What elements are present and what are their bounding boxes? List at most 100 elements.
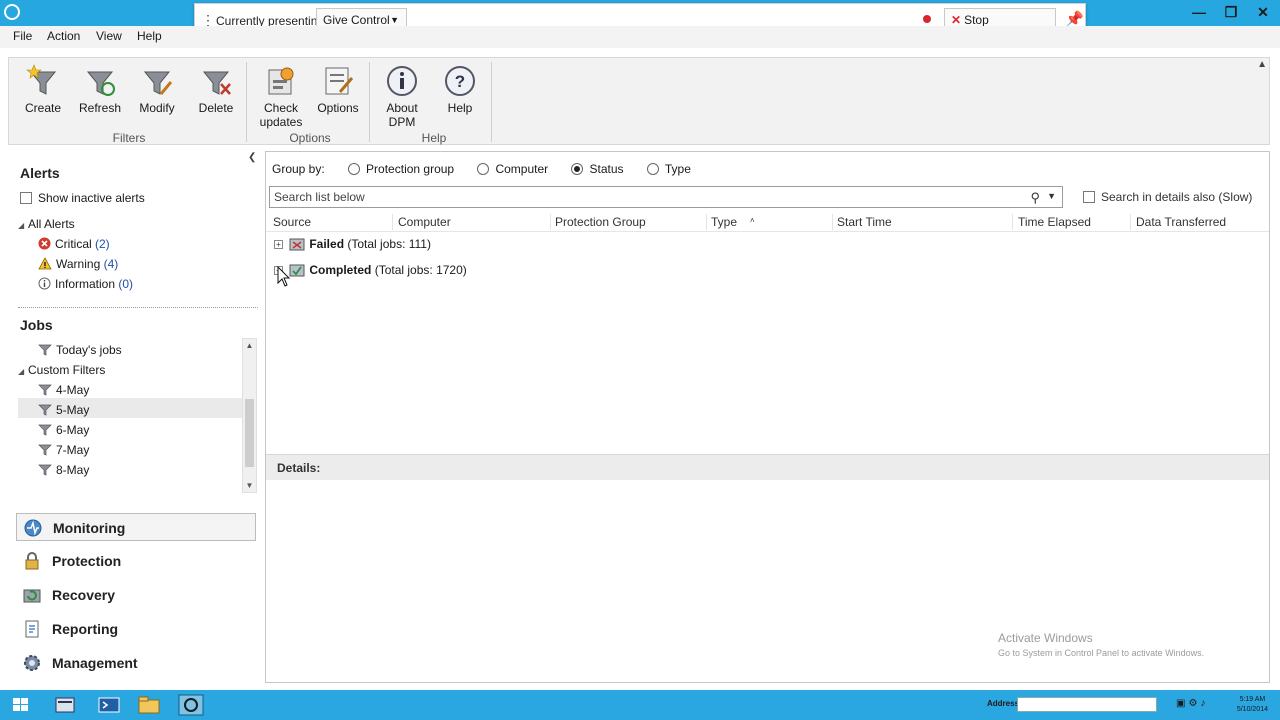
close-icon: ✕ <box>951 13 962 27</box>
tree-filter-4-may[interactable]: 4-May <box>38 383 89 397</box>
scroll-up-icon[interactable]: ▲ <box>244 341 255 350</box>
menu-help[interactable]: Help <box>137 29 162 43</box>
maximize-button[interactable]: ❐ <box>1222 3 1240 21</box>
search-in-details-checkbox[interactable]: Search in details also (Slow) <box>1083 190 1252 204</box>
nav-recovery[interactable]: Recovery <box>16 581 256 609</box>
nav-monitoring[interactable]: Monitoring <box>16 513 256 541</box>
menu-action[interactable]: Action <box>47 29 80 43</box>
management-icon <box>24 655 40 671</box>
tree-custom-filters[interactable]: ◢ Custom Filters <box>18 363 105 377</box>
tree-warning[interactable]: Warning (4) <box>38 257 118 271</box>
dpm-console-icon[interactable] <box>178 694 204 716</box>
create-filter-button[interactable]: Create <box>15 64 71 115</box>
column-type[interactable]: Type <box>711 215 737 229</box>
ribbon-separator <box>491 62 492 142</box>
tree-all-alerts[interactable]: ◢ All Alerts <box>18 217 75 231</box>
about-dpm-button[interactable]: About DPM <box>374 64 430 129</box>
help-label: Help <box>447 101 473 115</box>
scroll-down-icon[interactable]: ▼ <box>244 481 255 490</box>
search-placeholder: Search list below <box>274 190 365 204</box>
modify-filter-button[interactable]: Modify <box>129 64 185 115</box>
help-button[interactable]: ? Help <box>432 64 488 115</box>
menu-file[interactable]: File <box>13 29 32 43</box>
tree-filter-6-may[interactable]: 6-May <box>38 423 89 437</box>
tree-critical[interactable]: Critical (2) <box>38 237 110 251</box>
management-label: Management <box>52 655 138 671</box>
help-icon: ? <box>445 66 475 96</box>
nav-management[interactable]: Management <box>16 649 256 677</box>
system-tray-icons[interactable]: ▣⚙♪ <box>1176 698 1208 709</box>
tree-filter-7-may[interactable]: 7-May <box>38 443 89 457</box>
address-input[interactable] <box>1017 697 1157 712</box>
collapse-pane-icon[interactable]: ❮ <box>248 152 256 163</box>
filter-icon <box>38 464 52 476</box>
custom-filters-label: Custom Filters <box>28 363 106 377</box>
information-count: (0) <box>118 277 134 291</box>
radio-type[interactable]: Type <box>627 162 691 176</box>
search-input[interactable]: Search list below ⚲ ▼ <box>269 186 1063 208</box>
show-inactive-alerts-checkbox[interactable]: Show inactive alerts <box>20 191 145 205</box>
search-icon[interactable]: ⚲ <box>1030 190 1040 206</box>
watermark-subtitle: Go to System in Control Panel to activat… <box>998 648 1205 658</box>
powershell-icon[interactable] <box>96 694 122 716</box>
server-manager-icon[interactable] <box>52 694 78 716</box>
check-updates-button[interactable]: Check updates <box>253 64 309 129</box>
expand-plus-icon[interactable]: + <box>274 240 283 249</box>
radio-label: Computer <box>495 162 549 176</box>
navigation-pane: ❮ Alerts Show inactive alerts ◢ All Alert… <box>8 150 263 685</box>
tree-filter-5-may[interactable]: 5-May <box>38 403 89 417</box>
group-row-failed[interactable]: + Failed (Total jobs: 111) <box>274 237 431 251</box>
sort-indicator-icon: ˄ <box>750 216 755 225</box>
clock-time: 5:19 AM <box>1239 696 1266 703</box>
tree-todays-jobs[interactable]: Today's jobs <box>38 343 122 357</box>
refresh-filter-button[interactable]: Refresh <box>72 64 128 115</box>
minimize-button[interactable]: — <box>1190 3 1208 21</box>
delete-filter-button[interactable]: Delete <box>188 64 244 115</box>
radio-computer[interactable]: Computer <box>457 162 548 176</box>
scrollbar-thumb[interactable] <box>245 399 254 467</box>
clock[interactable]: 5:19 AM 5/10/2014 <box>1237 695 1268 715</box>
tree-information[interactable]: Information (0) <box>38 277 133 291</box>
group-label-options: Options <box>289 131 331 145</box>
nav-protection[interactable]: Protection <box>16 547 256 575</box>
nav-reporting[interactable]: Reporting <box>16 615 256 643</box>
column-protection-group[interactable]: Protection Group <box>555 215 646 229</box>
column-divider[interactable] <box>1130 214 1131 230</box>
column-divider[interactable] <box>832 214 833 230</box>
tree-filter-8-may[interactable]: 8-May <box>38 463 89 477</box>
modify-label: Modify <box>139 101 175 115</box>
menu-view[interactable]: View <box>96 29 122 43</box>
taskbar: Address ▣⚙♪ 5:19 AM 5/10/2014 <box>0 690 1280 720</box>
ribbon-separator <box>369 62 370 142</box>
column-divider[interactable] <box>1012 214 1013 230</box>
column-data-transferred[interactable]: Data Transferred <box>1136 215 1226 229</box>
column-computer[interactable]: Computer <box>398 215 451 229</box>
options-button[interactable]: Options <box>310 64 366 115</box>
jobs-heading: Jobs <box>20 317 53 333</box>
funnel-edit-icon <box>143 71 173 95</box>
file-explorer-icon[interactable] <box>136 694 162 716</box>
monitoring-icon <box>24 519 42 537</box>
chevron-down-icon[interactable]: ▼ <box>1047 191 1056 201</box>
close-button[interactable]: ✕ <box>1254 3 1272 21</box>
info-icon <box>387 66 417 96</box>
protection-icon <box>25 552 39 570</box>
jobs-scrollbar[interactable]: ▲ ▼ <box>242 338 257 493</box>
column-time-elapsed[interactable]: Time Elapsed <box>1018 215 1091 229</box>
jobs-completed-icon <box>289 264 305 277</box>
column-divider[interactable] <box>550 214 551 230</box>
chevron-up-icon[interactable]: ▲ <box>1257 59 1267 70</box>
warning-label: Warning <box>56 257 101 271</box>
radio-protection-group[interactable]: Protection group <box>328 162 454 176</box>
filter-label: 5-May <box>56 403 90 417</box>
group-row-completed[interactable]: + Completed (Total jobs: 1720) <box>274 263 467 277</box>
group-detail: (Total jobs: 1720) <box>374 263 467 277</box>
column-divider[interactable] <box>392 214 393 230</box>
column-divider[interactable] <box>706 214 707 230</box>
column-source[interactable]: Source <box>273 215 311 229</box>
activate-windows-watermark: Activate Windows Go to System in Control… <box>998 631 1204 658</box>
column-start-time[interactable]: Start Time <box>837 215 892 229</box>
radio-status[interactable]: Status <box>551 162 624 176</box>
options-icon <box>325 67 354 95</box>
windows-start-icon[interactable] <box>8 694 34 716</box>
